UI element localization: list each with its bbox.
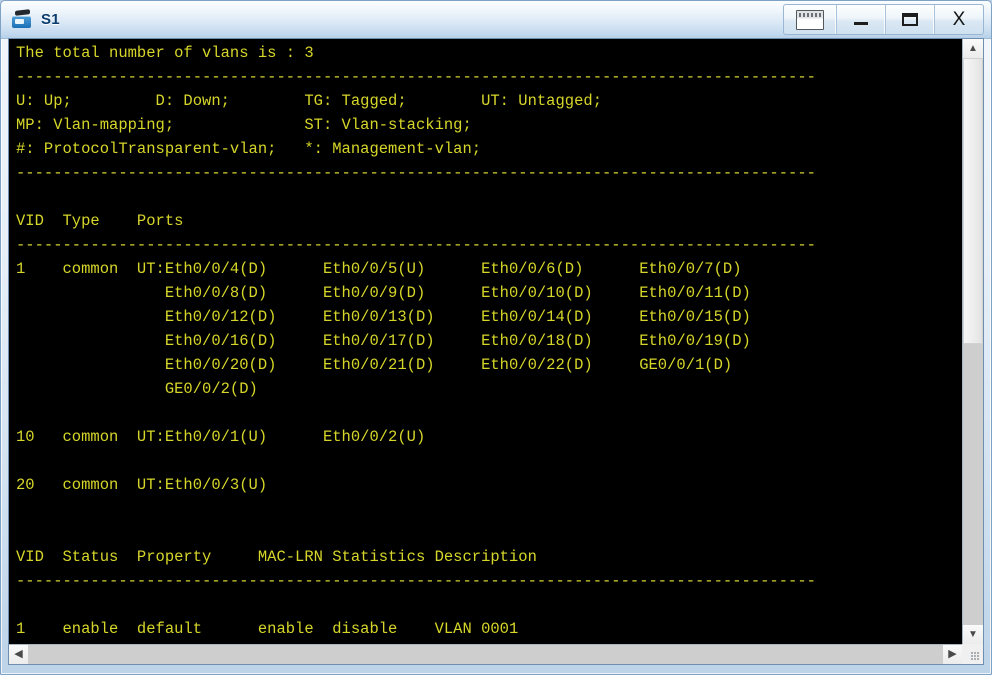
keyboard-button[interactable] xyxy=(784,5,837,34)
switch-icon xyxy=(12,8,34,30)
terminal-frame: The total number of vlans is : 3 -------… xyxy=(8,38,984,665)
terminal-window: S1 X The total number of vlans is : 3 --… xyxy=(0,0,992,675)
maximize-button[interactable] xyxy=(886,5,935,34)
vertical-scroll-track[interactable] xyxy=(963,58,983,625)
maximize-icon xyxy=(902,13,918,26)
scroll-down-icon[interactable]: ▼ xyxy=(963,625,983,644)
terminal-output-area[interactable]: The total number of vlans is : 3 -------… xyxy=(9,39,962,644)
keyboard-icon xyxy=(796,9,824,30)
vertical-scrollbar[interactable]: ▲ ▼ xyxy=(962,39,983,644)
vertical-scroll-thumb[interactable] xyxy=(963,58,983,344)
resize-grip-icon xyxy=(971,652,980,661)
scroll-up-icon[interactable]: ▲ xyxy=(963,39,983,58)
minimize-icon xyxy=(854,21,868,25)
terminal-output-text: The total number of vlans is : 3 -------… xyxy=(16,44,816,638)
window-controls: X xyxy=(783,4,984,35)
window-title: S1 xyxy=(41,11,60,28)
close-button[interactable]: X xyxy=(935,5,983,34)
horizontal-scroll-track[interactable] xyxy=(28,645,943,664)
close-icon: X xyxy=(952,9,966,30)
scroll-right-icon[interactable]: ▶ xyxy=(943,645,962,664)
minimize-button[interactable] xyxy=(837,5,886,34)
title-bar[interactable]: S1 X xyxy=(1,1,991,39)
title-bar-left: S1 xyxy=(12,1,60,38)
horizontal-scrollbar[interactable]: ◀ ▶ xyxy=(9,644,962,664)
scroll-left-icon[interactable]: ◀ xyxy=(9,645,28,664)
resize-corner[interactable] xyxy=(962,644,983,664)
